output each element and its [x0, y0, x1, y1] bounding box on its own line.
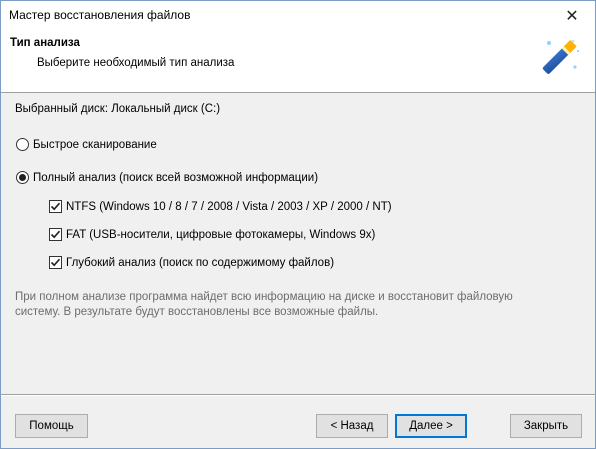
close-icon: ✕	[565, 8, 579, 25]
fat-checkbox[interactable]: FAT (USB-носители, цифровые фотокамеры, …	[49, 228, 375, 241]
step-subtitle: Выберите необходимый тип анализа	[37, 57, 235, 69]
help-button[interactable]: Помощь	[15, 414, 88, 438]
quick-scan-radio[interactable]: Быстрое сканирование	[16, 138, 157, 151]
selected-disk-label: Выбранный диск: Локальный диск (C:)	[15, 103, 221, 115]
deep-analysis-label: Глубокий анализ (поиск по содержимому фа…	[66, 256, 335, 269]
ntfs-checkbox[interactable]: NTFS (Windows 10 / 8 / 7 / 2008 / Vista …	[49, 200, 392, 213]
close-window-button[interactable]: ✕	[549, 1, 595, 31]
quick-scan-label: Быстрое сканирование	[33, 138, 157, 151]
checkmark-icon[interactable]	[49, 200, 62, 213]
wizard-body: Выбранный диск: Локальный диск (C:) Быст…	[1, 94, 595, 384]
step-title: Тип анализа	[10, 37, 80, 49]
window-title: Мастер восстановления файлов	[9, 8, 191, 22]
radio-unselected[interactable]	[16, 138, 29, 151]
full-analysis-label: Полный анализ (поиск всей возможной инфо…	[33, 171, 319, 184]
checkmark-icon[interactable]	[49, 256, 62, 269]
back-button[interactable]: < Назад	[316, 414, 388, 438]
deep-analysis-checkbox[interactable]: Глубокий анализ (поиск по содержимому фа…	[49, 256, 334, 269]
wizard-header: Тип анализа Выберите необходимый тип ана…	[1, 31, 595, 93]
magic-wand-icon	[542, 39, 579, 74]
analysis-info-text: При полном анализе программа найдет всю …	[15, 291, 513, 318]
next-button[interactable]: Далее >	[395, 414, 467, 438]
full-analysis-radio[interactable]: Полный анализ (поиск всей возможной инфо…	[16, 171, 318, 184]
wizard-window: Мастер восстановления файлов ✕ Тип анали…	[0, 0, 596, 449]
footer-divider	[1, 394, 595, 396]
checkmark-icon[interactable]	[49, 228, 62, 241]
ntfs-label: NTFS (Windows 10 / 8 / 7 / 2008 / Vista …	[66, 200, 392, 213]
title-bar: Мастер восстановления файлов ✕	[1, 1, 595, 31]
close-button[interactable]: Закрыть	[510, 414, 582, 438]
radio-selected[interactable]	[16, 171, 29, 184]
fat-label: FAT (USB-носители, цифровые фотокамеры, …	[66, 228, 376, 241]
